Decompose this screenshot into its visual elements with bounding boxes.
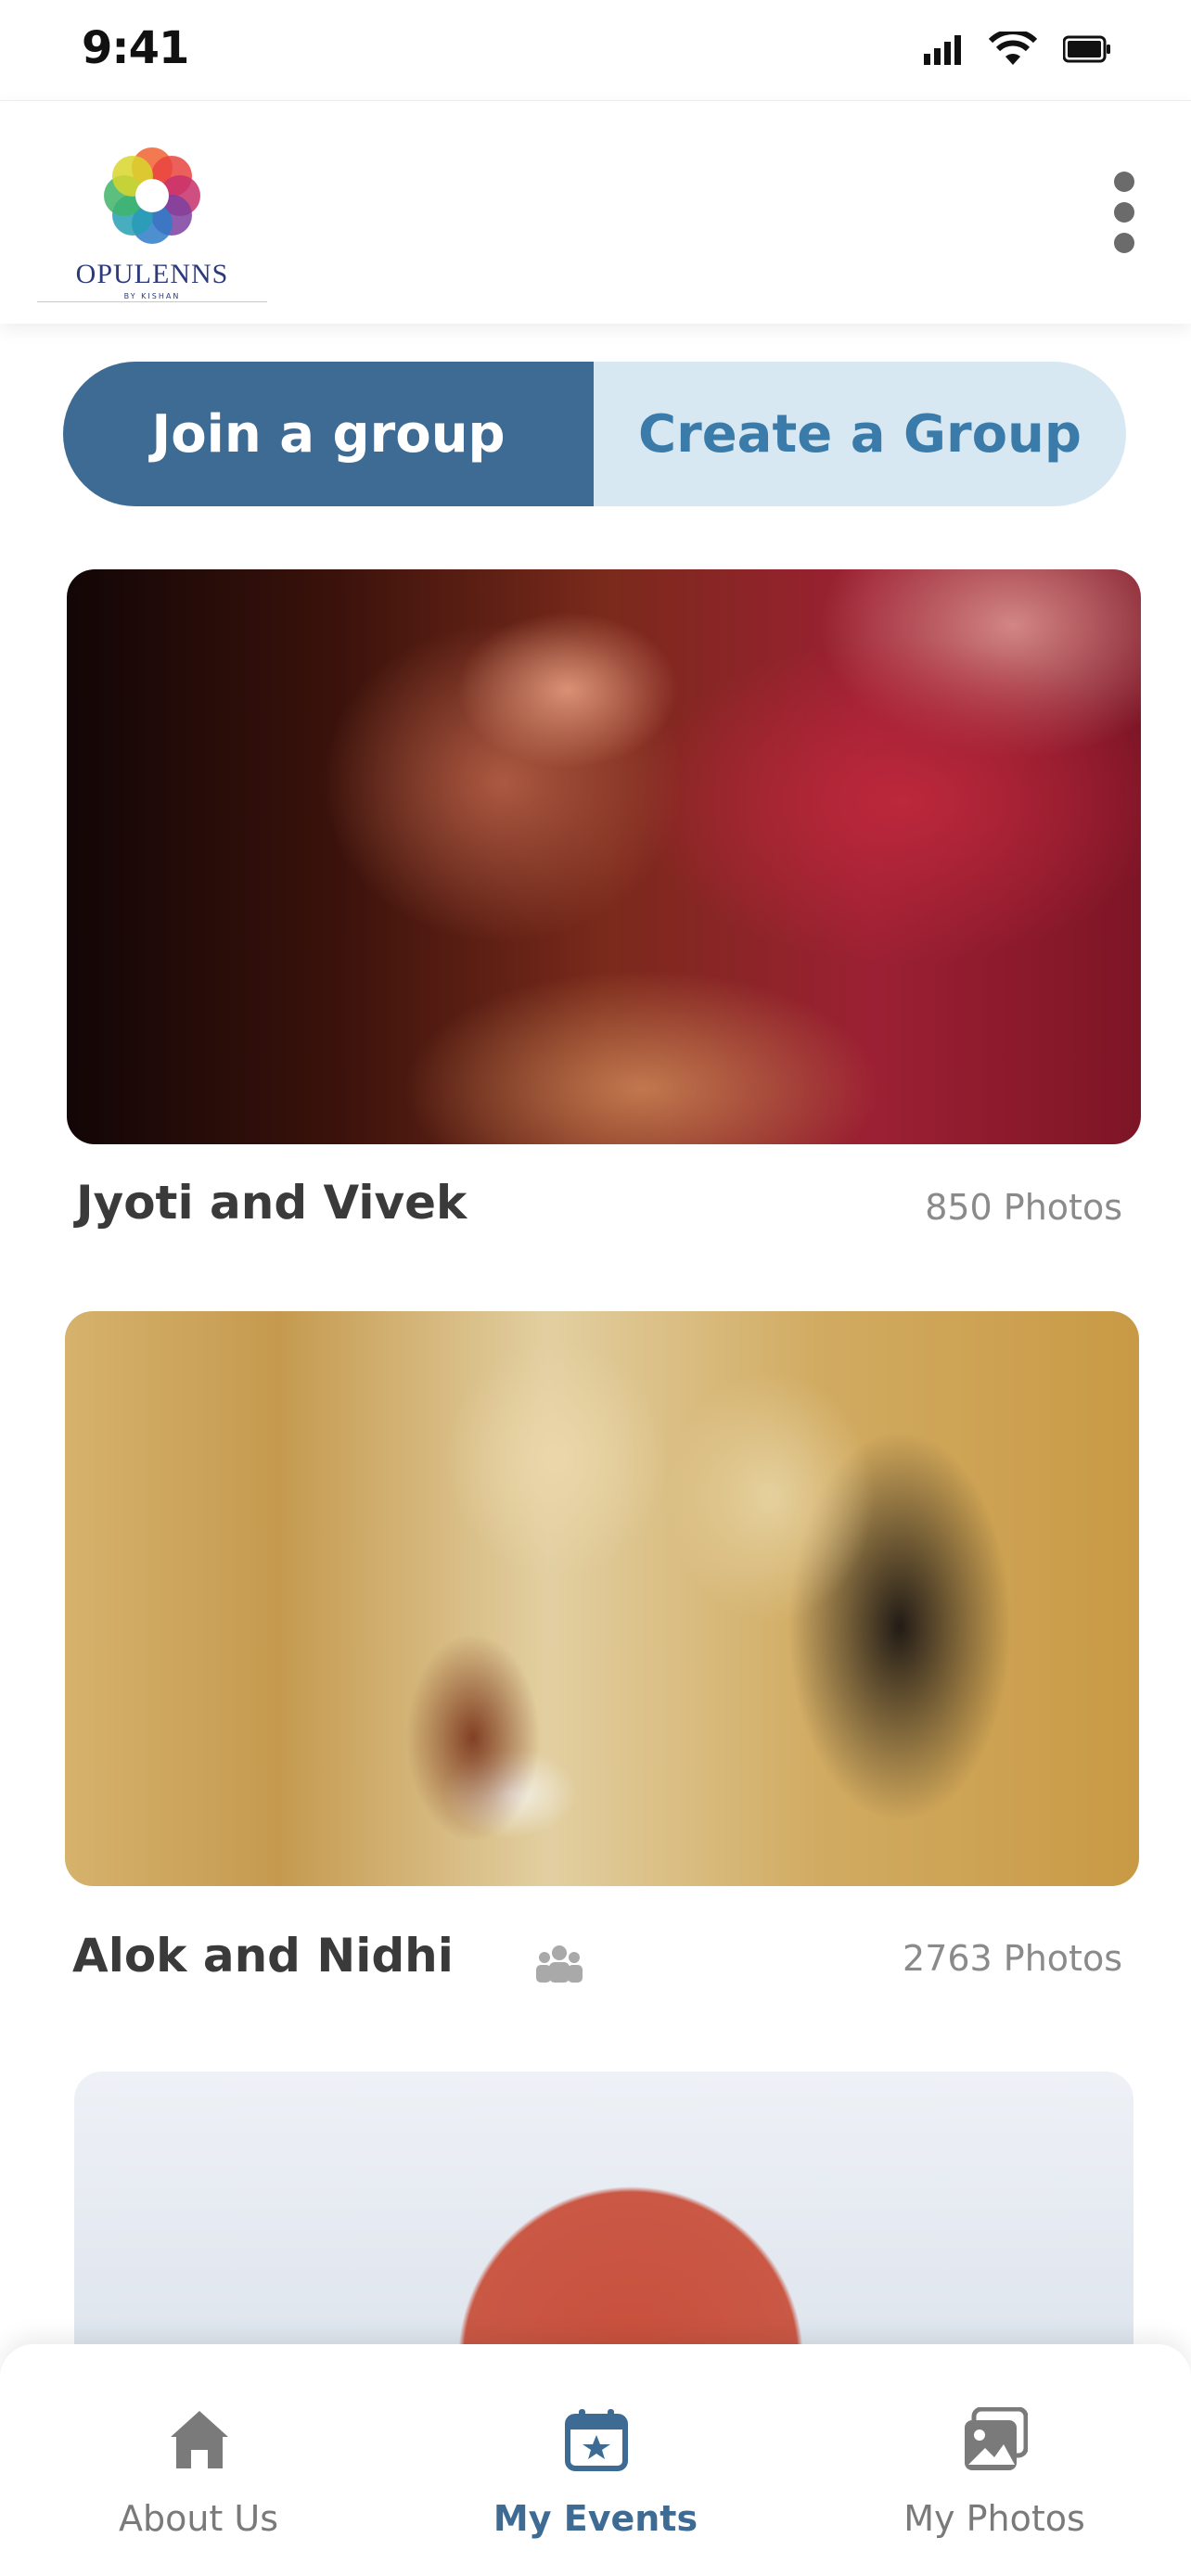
create-group-button[interactable]: Create a Group bbox=[594, 362, 1126, 506]
home-icon bbox=[171, 2411, 228, 2468]
nav-my-events[interactable]: My Events bbox=[456, 2344, 735, 2576]
wifi-icon bbox=[989, 32, 1037, 65]
more-dot-icon bbox=[1114, 233, 1134, 253]
group-icon bbox=[536, 1945, 583, 1983]
nav-my-photos[interactable]: My Photos bbox=[855, 2344, 1133, 2576]
signal-icon bbox=[924, 35, 961, 65]
brand-tagline: BY KISHAN bbox=[123, 292, 181, 300]
app-header: OPULENNS BY KISHAN bbox=[0, 100, 1191, 324]
flower-logo-icon bbox=[104, 147, 200, 244]
more-options-button[interactable] bbox=[1102, 172, 1146, 274]
brand-logo[interactable]: OPULENNS BY KISHAN bbox=[37, 144, 267, 302]
logo-divider bbox=[37, 301, 267, 302]
bottom-navigation: About Us My Events My Photos bbox=[0, 2344, 1191, 2576]
event-title: Alok and Nidhi bbox=[72, 1929, 454, 1983]
more-dot-icon bbox=[1114, 172, 1134, 192]
nav-about-us[interactable]: About Us bbox=[59, 2344, 338, 2576]
event-card[interactable]: Alok and Nidhi 2763 Photos bbox=[65, 1311, 1139, 1983]
event-card[interactable]: Jyoti and Vivek 850 Photos bbox=[67, 569, 1141, 1230]
event-cover-photo[interactable] bbox=[67, 569, 1141, 1144]
status-time: 9:41 bbox=[82, 22, 189, 74]
status-icons bbox=[924, 32, 1111, 67]
photos-icon bbox=[965, 2407, 1028, 2470]
more-dot-icon bbox=[1114, 202, 1134, 223]
group-segment-control: Join a group Create a Group bbox=[63, 362, 1126, 506]
event-title: Jyoti and Vivek bbox=[76, 1176, 467, 1230]
event-photo-count: 2763 Photos bbox=[903, 1938, 1122, 1979]
nav-label: About Us bbox=[118, 2498, 279, 2539]
calendar-star-icon bbox=[565, 2409, 628, 2471]
event-photo-count: 850 Photos bbox=[925, 1187, 1122, 1228]
battery-icon bbox=[1063, 35, 1110, 63]
event-card[interactable] bbox=[74, 2072, 1133, 2350]
nav-label: My Photos bbox=[903, 2498, 1085, 2539]
join-group-button[interactable]: Join a group bbox=[63, 362, 594, 506]
event-cover-photo[interactable] bbox=[65, 1311, 1139, 1886]
nav-label: My Events bbox=[493, 2498, 698, 2539]
status-bar: 9:41 bbox=[0, 0, 1191, 98]
event-cover-photo[interactable] bbox=[74, 2072, 1133, 2350]
brand-name: OPULENNS bbox=[75, 259, 229, 289]
